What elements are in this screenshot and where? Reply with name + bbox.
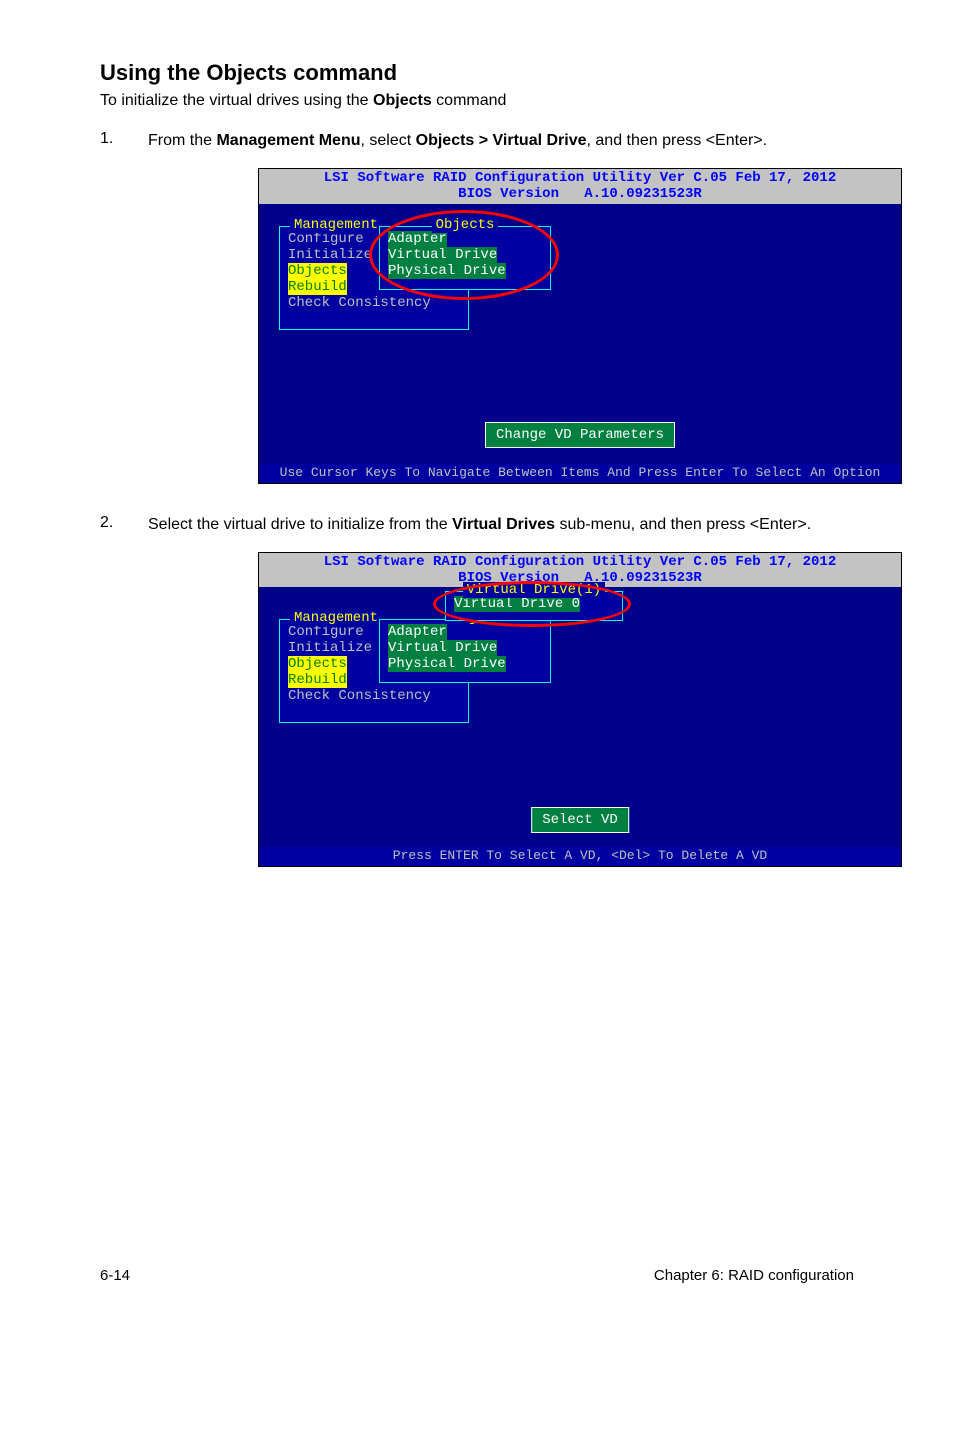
objects-item-virtual-drive-label: Virtual Drive bbox=[388, 640, 497, 656]
mgmt-item-rebuild-label: Rebuild bbox=[288, 672, 347, 688]
virtual-drive-item-0[interactable]: Virtual Drive 0 bbox=[454, 596, 614, 612]
objects-item-physical-drive[interactable]: Physical Drive bbox=[388, 656, 542, 672]
step-1-number: 1. bbox=[100, 130, 148, 152]
bios-title-line2: BIOS Version A.10.09231523R bbox=[458, 186, 702, 202]
step-2-text: Select the virtual drive to initialize f… bbox=[148, 514, 854, 536]
objects-item-physical-drive-label: Physical Drive bbox=[388, 263, 506, 279]
step-1-fragment: , and then press <Enter>. bbox=[587, 132, 768, 149]
intro-text-after: command bbox=[432, 92, 507, 109]
bios-title-line1: LSI Software RAID Configuration Utility … bbox=[324, 554, 836, 570]
bios-body: Management Configure Initialize Objects … bbox=[259, 204, 901, 464]
chapter-label: Chapter 6: RAID configuration bbox=[654, 1267, 854, 1284]
bios-window-2: LSI Software RAID Configuration Utility … bbox=[258, 552, 902, 867]
management-menu-title: Management bbox=[290, 610, 382, 626]
objects-item-adapter[interactable]: Adapter bbox=[388, 231, 542, 247]
select-vd-box: Select VD bbox=[531, 807, 629, 833]
bios-window-1: LSI Software RAID Configuration Utility … bbox=[258, 168, 902, 483]
step-2-bold: Virtual Drives bbox=[452, 516, 555, 533]
mgmt-item-objects-label: Objects bbox=[288, 263, 347, 279]
objects-item-virtual-drive-label: Virtual Drive bbox=[388, 247, 497, 263]
intro-text-before: To initialize the virtual drives using t… bbox=[100, 92, 373, 109]
step-1-fragment: From the bbox=[148, 132, 216, 149]
step-1-bold: Management Menu bbox=[216, 132, 360, 149]
step-2-fragment: sub-menu, and then press <Enter>. bbox=[555, 516, 811, 533]
bios-footer-text: Press ENTER To Select A VD, <Del> To Del… bbox=[259, 847, 901, 866]
objects-item-adapter[interactable]: Adapter bbox=[388, 624, 542, 640]
section-heading: Using the Objects command bbox=[100, 60, 854, 86]
bios-body: Management Configure Initialize Objects … bbox=[259, 587, 901, 847]
step-1: 1. From the Management Menu, select Obje… bbox=[100, 130, 854, 152]
objects-item-adapter-label: Adapter bbox=[388, 231, 447, 247]
bios-titlebar: LSI Software RAID Configuration Utility … bbox=[259, 169, 901, 203]
page-number: 6-14 bbox=[100, 1267, 130, 1284]
intro-paragraph: To initialize the virtual drives using t… bbox=[100, 92, 854, 110]
objects-item-physical-drive[interactable]: Physical Drive bbox=[388, 263, 542, 279]
mgmt-item-rebuild-label: Rebuild bbox=[288, 279, 347, 295]
intro-bold: Objects bbox=[373, 92, 432, 109]
step-2-fragment: Select the virtual drive to initialize f… bbox=[148, 516, 452, 533]
virtual-drive-item-0-label: Virtual Drive 0 bbox=[454, 596, 580, 612]
bios-footer-text: Use Cursor Keys To Navigate Between Item… bbox=[259, 464, 901, 483]
mgmt-item-check-consistency[interactable]: Check Consistency bbox=[288, 688, 460, 704]
virtual-drive-menu-box: Virtual Drive(1) Virtual Drive 0 bbox=[445, 591, 623, 621]
step-2: 2. Select the virtual drive to initializ… bbox=[100, 514, 854, 536]
step-1-fragment: , select bbox=[360, 132, 415, 149]
page-footer: 6-14 Chapter 6: RAID configuration bbox=[100, 1267, 854, 1284]
objects-item-physical-drive-label: Physical Drive bbox=[388, 656, 506, 672]
step-1-text: From the Management Menu, select Objects… bbox=[148, 130, 854, 152]
objects-menu-title: Objects bbox=[432, 217, 499, 233]
objects-menu-box: Obj Adapter Virtual Drive Physical Drive bbox=[379, 619, 551, 683]
step-2-number: 2. bbox=[100, 514, 148, 536]
objects-item-virtual-drive[interactable]: Virtual Drive bbox=[388, 247, 542, 263]
mgmt-item-objects-label: Objects bbox=[288, 656, 347, 672]
virtual-drive-menu-title: Virtual Drive(1) bbox=[463, 582, 605, 598]
step-1-bold: Objects > Virtual Drive bbox=[416, 132, 587, 149]
change-vd-parameters-box: Change VD Parameters bbox=[485, 422, 675, 448]
bios-title-line1: LSI Software RAID Configuration Utility … bbox=[324, 170, 836, 186]
management-menu-title: Management bbox=[290, 217, 382, 233]
objects-item-adapter-label: Adapter bbox=[388, 624, 447, 640]
objects-item-virtual-drive[interactable]: Virtual Drive bbox=[388, 640, 542, 656]
mgmt-item-check-consistency[interactable]: Check Consistency bbox=[288, 295, 460, 311]
objects-menu-box: Objects Adapter Virtual Drive Physical D… bbox=[379, 226, 551, 290]
